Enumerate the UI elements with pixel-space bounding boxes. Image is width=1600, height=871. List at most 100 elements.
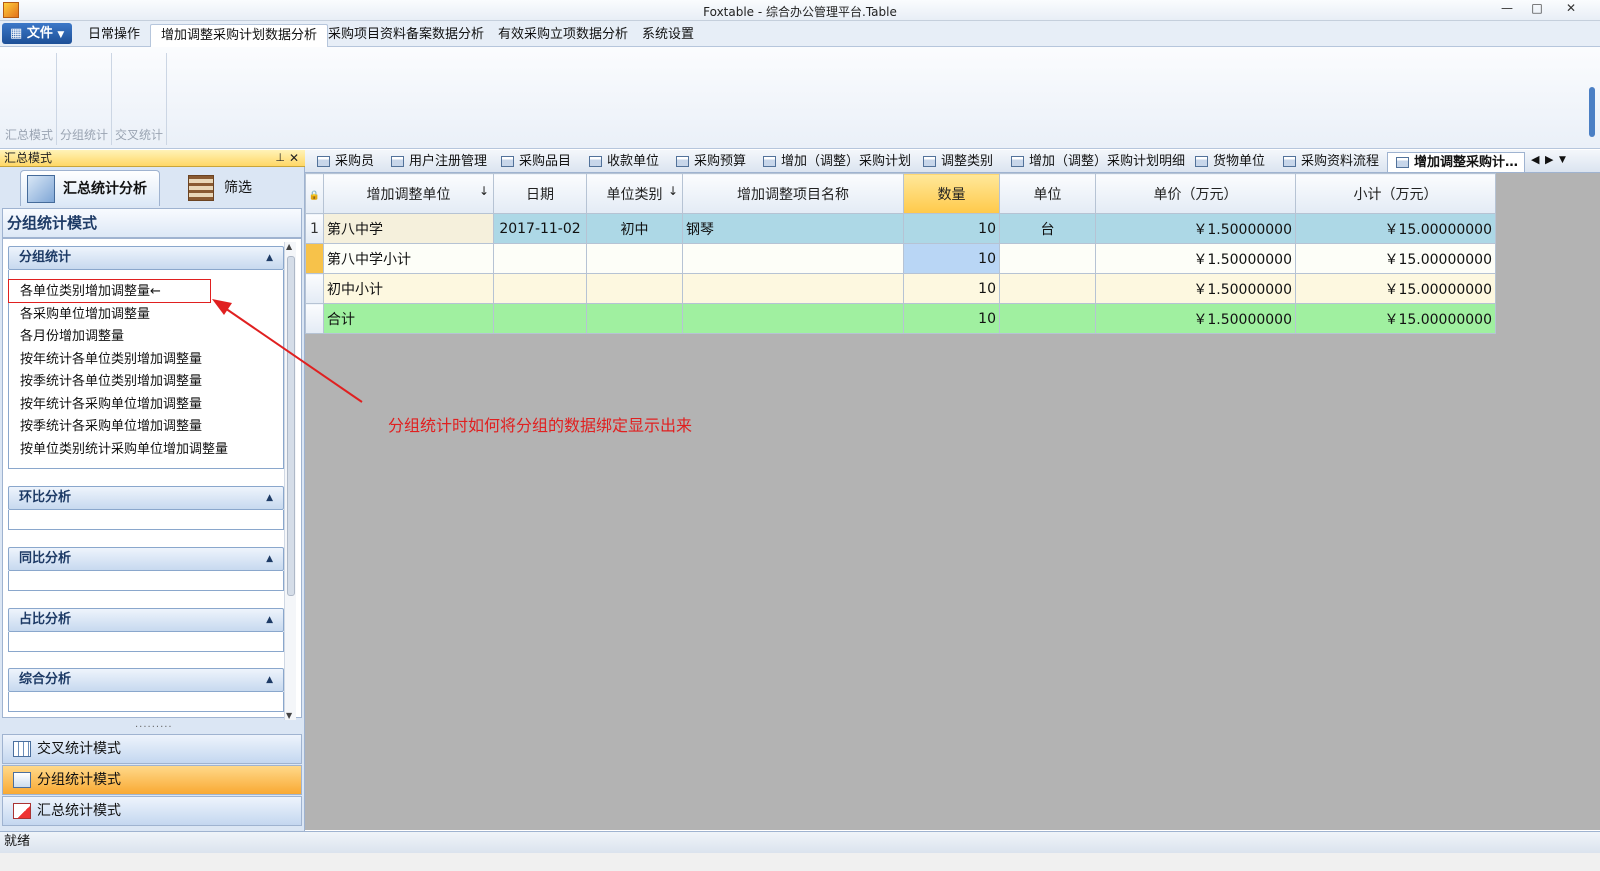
tab-daily-ops[interactable]: 日常操作 xyxy=(78,24,150,47)
doc-tab[interactable]: 采购资料流程 xyxy=(1275,152,1379,172)
list-item[interactable]: 按年统计各采购单位增加调整量 xyxy=(20,395,202,414)
table-cell[interactable] xyxy=(493,243,587,274)
doc-tab[interactable]: 采购预算 xyxy=(668,152,746,172)
group-header-overall[interactable]: 综合分析 ▲ xyxy=(8,668,284,692)
scroll-down-icon[interactable]: ▼ xyxy=(286,711,292,720)
ribbon-scroll-indicator[interactable] xyxy=(1589,87,1595,137)
table-cell[interactable]: ￥1.50000000 xyxy=(1095,303,1296,334)
table-cell[interactable] xyxy=(999,273,1096,304)
table-cell[interactable] xyxy=(493,303,587,334)
doc-tab[interactable]: 调整类别 xyxy=(915,152,993,172)
table-cell[interactable]: ￥15.00000000 xyxy=(1295,243,1496,274)
table-cell[interactable]: 10 xyxy=(903,213,1000,244)
list-item[interactable]: 各单位类别增加调整量← xyxy=(20,282,161,301)
group-header-share[interactable]: 占比分析 ▲ xyxy=(8,608,284,632)
column-header[interactable]: 增加调整项目名称 xyxy=(682,173,904,214)
column-header[interactable]: 小计（万元） xyxy=(1295,173,1496,214)
close-button[interactable]: ✕ xyxy=(1556,1,1586,18)
table-cell[interactable] xyxy=(999,243,1096,274)
table-cell[interactable] xyxy=(682,273,904,304)
tab-summary-analysis[interactable]: 汇总统计分析 xyxy=(20,170,160,206)
group-header-group-stats[interactable]: 分组统计 ▲ xyxy=(8,246,284,270)
table-row[interactable]: 初中小计 10 ￥1.50000000 ￥15.00000000 xyxy=(305,273,1496,304)
table-cell[interactable] xyxy=(682,243,904,274)
table-cell[interactable] xyxy=(586,273,683,304)
table-cell[interactable] xyxy=(493,273,587,304)
table-cell[interactable]: 第八中学 xyxy=(323,213,494,244)
scroll-up-icon[interactable]: ▲ xyxy=(286,242,292,251)
row-number[interactable]: 1 xyxy=(305,213,324,244)
row-number[interactable] xyxy=(305,243,324,274)
group-header-mom[interactable]: 环比分析 ▲ xyxy=(8,486,284,510)
table-cell-selected[interactable]: 10 xyxy=(903,243,1000,274)
column-header[interactable]: 单位 xyxy=(999,173,1096,214)
doc-tab[interactable]: 收款单位 xyxy=(581,152,659,172)
nav-group-stats-mode[interactable]: 分组统计模式 xyxy=(2,765,302,795)
table-cell[interactable] xyxy=(682,303,904,334)
tab-scroll-right-icon[interactable]: ▶ xyxy=(1545,153,1553,166)
ribbon-group-cross-stats[interactable]: 交叉统计 xyxy=(112,53,167,145)
maximize-button[interactable]: □ xyxy=(1522,1,1552,18)
doc-tab[interactable]: 货物单位 xyxy=(1187,152,1265,172)
table-cell[interactable]: ￥1.50000000 xyxy=(1095,213,1296,244)
table-cell[interactable]: ￥1.50000000 xyxy=(1095,273,1296,304)
table-cell[interactable]: 初中小计 xyxy=(323,273,494,304)
minimize-button[interactable]: — xyxy=(1492,1,1522,18)
table-cell[interactable] xyxy=(999,303,1096,334)
table-cell[interactable] xyxy=(586,303,683,334)
column-header-selected[interactable]: 数量 xyxy=(903,173,1000,214)
column-header[interactable]: 增加调整单位 ↓ xyxy=(323,173,494,214)
row-header-corner[interactable]: 🔒 xyxy=(305,173,324,214)
doc-tab[interactable]: 用户注册管理 xyxy=(383,152,487,172)
doc-tab[interactable]: 增加（调整）采购计划 xyxy=(755,152,911,172)
table-cell[interactable]: ￥1.50000000 xyxy=(1095,243,1296,274)
list-item[interactable]: 按年统计各单位类别增加调整量 xyxy=(20,350,202,369)
doc-tab[interactable]: 采购员 xyxy=(309,152,374,172)
table-row[interactable]: 1 第八中学 2017-11-02 初中 钢琴 10 台 ￥1.50000000… xyxy=(305,213,1496,244)
group-header-yoy[interactable]: 同比分析 ▲ xyxy=(8,547,284,571)
table-cell[interactable]: 10 xyxy=(903,303,1000,334)
table-cell[interactable]: 2017-11-02 xyxy=(493,213,587,244)
table-cell[interactable]: ￥15.00000000 xyxy=(1295,273,1496,304)
column-header[interactable]: 单价（万元） xyxy=(1095,173,1296,214)
file-menu-button[interactable]: ▦ 文件 ▼ xyxy=(2,23,72,44)
tab-list-dropdown-icon[interactable]: ▼ xyxy=(1559,155,1566,165)
ribbon-group-group-stats[interactable]: 分组统计 xyxy=(57,53,112,145)
tab-system-settings[interactable]: 系统设置 xyxy=(632,24,704,47)
row-number[interactable] xyxy=(305,273,324,304)
table-cell[interactable]: 合计 xyxy=(323,303,494,334)
table-cell[interactable] xyxy=(586,243,683,274)
nav-cross-stats-mode[interactable]: 交叉统计模式 xyxy=(2,734,302,764)
table-cell[interactable]: 第八中学小计 xyxy=(323,243,494,274)
table-cell[interactable]: ￥15.00000000 xyxy=(1295,303,1496,334)
doc-tab[interactable]: 采购品目 xyxy=(493,152,571,172)
list-item[interactable]: 各采购单位增加调整量 xyxy=(20,305,150,324)
tab-record-analysis[interactable]: 采购项目资料备案数据分析 xyxy=(318,24,494,47)
left-panel-scrollbar[interactable]: ▲ ▼ xyxy=(284,242,296,720)
tab-filter[interactable]: 筛选 xyxy=(188,170,288,206)
table-cell[interactable]: 台 xyxy=(999,213,1096,244)
doc-tab-active[interactable]: 增加调整采购计… xyxy=(1387,152,1525,172)
list-item[interactable]: 按季统计各采购单位增加调整量 xyxy=(20,417,202,436)
row-number[interactable] xyxy=(305,303,324,334)
table-row[interactable]: 合计 10 ￥1.50000000 ￥15.00000000 xyxy=(305,303,1496,334)
table-row[interactable]: 第八中学小计 10 ￥1.50000000 ￥15.00000000 xyxy=(305,243,1496,274)
pin-icon[interactable]: ⊥ xyxy=(275,150,285,166)
ribbon-group-summary-mode[interactable]: 汇总模式 xyxy=(2,53,57,145)
tab-scroll-left-icon[interactable]: ◀ xyxy=(1531,153,1539,166)
table-cell[interactable]: 初中 xyxy=(586,213,683,244)
list-item[interactable]: 各月份增加调整量 xyxy=(20,327,124,346)
table-cell[interactable]: ￥15.00000000 xyxy=(1295,213,1496,244)
panel-close-icon[interactable]: ✕ xyxy=(289,150,299,166)
scrollbar-thumb[interactable] xyxy=(287,256,295,596)
list-item[interactable]: 按季统计各单位类别增加调整量 xyxy=(20,372,202,391)
column-header[interactable]: 单位类别 ↓ xyxy=(586,173,683,214)
nav-summary-stats-mode[interactable]: 汇总统计模式 xyxy=(2,796,302,826)
splitter-grip[interactable]: ········· xyxy=(135,722,173,733)
list-item[interactable]: 按单位类别统计采购单位增加调整量 xyxy=(20,440,228,459)
doc-tab[interactable]: 增加（调整）采购计划明细 xyxy=(1003,152,1185,172)
tab-plan-analysis[interactable]: 增加调整采购计划数据分析 xyxy=(150,24,329,47)
tab-project-analysis[interactable]: 有效采购立项数据分析 xyxy=(488,24,638,47)
table-cell[interactable]: 10 xyxy=(903,273,1000,304)
column-header[interactable]: 日期 xyxy=(493,173,587,214)
